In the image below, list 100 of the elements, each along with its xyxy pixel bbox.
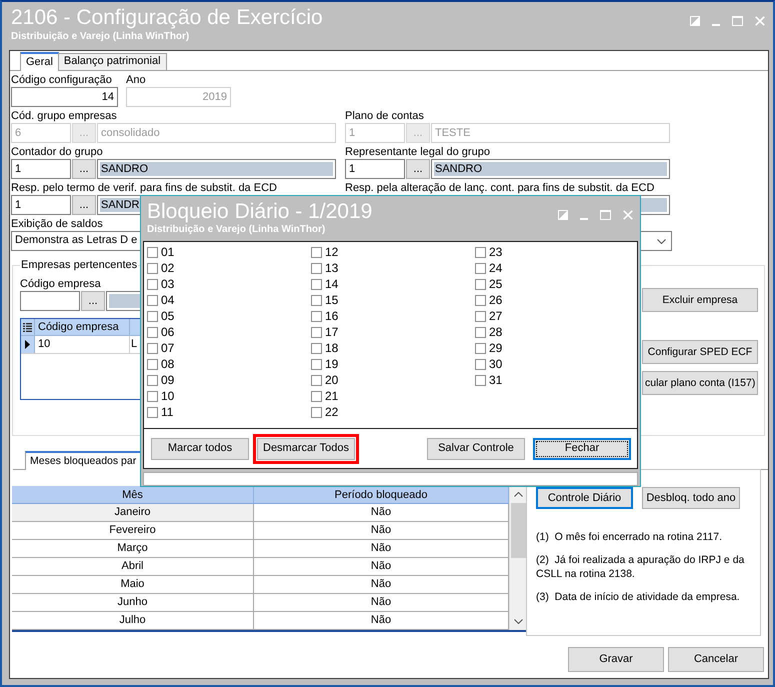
tab[interactable]: Balanço patrimonial — [58, 53, 167, 70]
input-field[interactable]: 1 — [345, 159, 405, 179]
checkbox[interactable] — [147, 278, 158, 290]
day-label: 09 — [161, 373, 174, 387]
table-cell: 10 — [35, 336, 130, 353]
checkbox[interactable] — [147, 310, 158, 322]
input-field[interactable]: 1 — [11, 159, 71, 179]
day-label: 10 — [161, 389, 174, 403]
day-label: 27 — [489, 309, 502, 323]
field-label: Código configuração — [11, 73, 112, 87]
checkbox[interactable] — [147, 358, 158, 370]
checkbox[interactable] — [311, 342, 322, 354]
chevron-down-icon[interactable] — [657, 238, 666, 244]
button[interactable]: Controle Diário — [536, 487, 633, 509]
field-label: Contador do grupo — [11, 145, 103, 159]
lookup-button[interactable]: ... — [81, 291, 105, 311]
checkbox[interactable] — [475, 374, 486, 386]
day-label: 23 — [489, 245, 502, 259]
day-label: 05 — [161, 309, 174, 323]
day-label: 02 — [161, 261, 174, 275]
close-icon[interactable] — [623, 210, 633, 220]
checkbox[interactable] — [475, 358, 486, 370]
scrollbar[interactable] — [509, 486, 526, 630]
day-label: 21 — [325, 389, 338, 403]
input-field[interactable]: SANDRO — [97, 159, 336, 179]
checkbox[interactable] — [475, 278, 486, 290]
note-text: (2) Já foi realizada a apuração do IRPJ e da CSLL na rotina 2138. — [536, 553, 746, 581]
checkbox[interactable] — [147, 246, 158, 258]
button[interactable]: cular plano conta (I157) — [642, 371, 758, 395]
checkbox[interactable] — [475, 326, 486, 338]
button[interactable]: Desmarcar Todos — [257, 438, 355, 460]
tab[interactable]: Geral — [20, 52, 59, 71]
checkbox[interactable] — [475, 310, 486, 322]
input-field[interactable]: SANDRO — [431, 159, 670, 179]
maximize-icon[interactable] — [732, 16, 743, 26]
dialog-subtitle: Distribuição e Varejo (Linha WinThor) — [147, 224, 326, 236]
half-filled-square-icon[interactable] — [690, 16, 700, 26]
checkbox[interactable] — [311, 294, 322, 306]
input-field[interactable]: 1 — [11, 195, 71, 215]
day-label: 24 — [489, 261, 502, 275]
field-label: Resp. pela alteração de lanç. cont. para fins de substit. da ECD — [345, 181, 654, 195]
checkbox[interactable] — [475, 262, 486, 274]
checkbox[interactable] — [147, 390, 158, 402]
checkbox[interactable] — [311, 278, 322, 290]
checkbox[interactable] — [311, 374, 322, 386]
checkbox[interactable] — [147, 262, 158, 274]
lookup-button[interactable]: ... — [72, 195, 96, 215]
table-cell: Maio — [12, 576, 254, 593]
checkbox[interactable] — [311, 246, 322, 258]
tab[interactable]: Meses bloqueados par — [25, 451, 142, 470]
input-field[interactable]: 14 — [11, 87, 118, 107]
checkbox[interactable] — [475, 246, 486, 258]
field-label: Cód. grupo empresas — [11, 109, 117, 123]
button[interactable]: Cancelar — [668, 647, 764, 672]
button[interactable]: Configurar SPED ECF — [642, 340, 758, 364]
lookup-button[interactable]: ... — [406, 159, 430, 179]
list-icon[interactable] — [23, 322, 32, 332]
day-label: 16 — [325, 309, 338, 323]
checkbox[interactable] — [147, 406, 158, 418]
button[interactable]: Fechar — [533, 438, 631, 460]
checkbox[interactable] — [311, 310, 322, 322]
checkbox[interactable] — [475, 342, 486, 354]
note-text: (1) O mês foi encerrado na rotina 2117. — [536, 530, 723, 544]
table-cell: Janeiro — [12, 504, 254, 521]
day-label: 11 — [161, 405, 174, 419]
day-label: 29 — [489, 341, 502, 355]
day-label: 22 — [325, 405, 338, 419]
table-cell: Abril — [12, 558, 254, 575]
column-header[interactable]: Código empresa — [35, 319, 130, 335]
checkbox[interactable] — [147, 326, 158, 338]
checkbox[interactable] — [147, 374, 158, 386]
field-label: Plano de contas — [345, 109, 424, 123]
checkbox[interactable] — [311, 406, 322, 418]
button[interactable]: Desbloq. todo ano — [642, 487, 740, 509]
checkbox[interactable] — [311, 390, 322, 402]
day-label: 13 — [325, 261, 338, 275]
half-filled-square-icon[interactable] — [558, 210, 568, 220]
chevron-up-icon[interactable] — [514, 492, 522, 497]
checkbox[interactable] — [311, 358, 322, 370]
field-label: Ano — [126, 73, 146, 87]
button[interactable]: Excluir empresa — [642, 288, 758, 312]
field-label: Exibição de saldos — [11, 217, 103, 231]
day-label: 25 — [489, 277, 502, 291]
checkbox[interactable] — [311, 262, 322, 274]
button[interactable]: Gravar — [568, 647, 664, 672]
maximize-icon[interactable] — [600, 210, 611, 220]
field-label: Código empresa — [20, 277, 101, 291]
checkbox[interactable] — [475, 294, 486, 306]
checkbox[interactable] — [311, 326, 322, 338]
lookup-button[interactable]: ... — [72, 159, 96, 179]
day-label: 17 — [325, 325, 338, 339]
button[interactable]: Salvar Controle — [427, 438, 525, 460]
day-label: 20 — [325, 373, 338, 387]
button[interactable]: Marcar todos — [151, 438, 249, 460]
chevron-down-icon[interactable] — [514, 619, 522, 624]
input-field[interactable] — [20, 291, 80, 311]
scrollbar-thumb[interactable] — [510, 503, 526, 558]
close-icon[interactable] — [755, 16, 765, 26]
checkbox[interactable] — [147, 294, 158, 306]
checkbox[interactable] — [147, 342, 158, 354]
